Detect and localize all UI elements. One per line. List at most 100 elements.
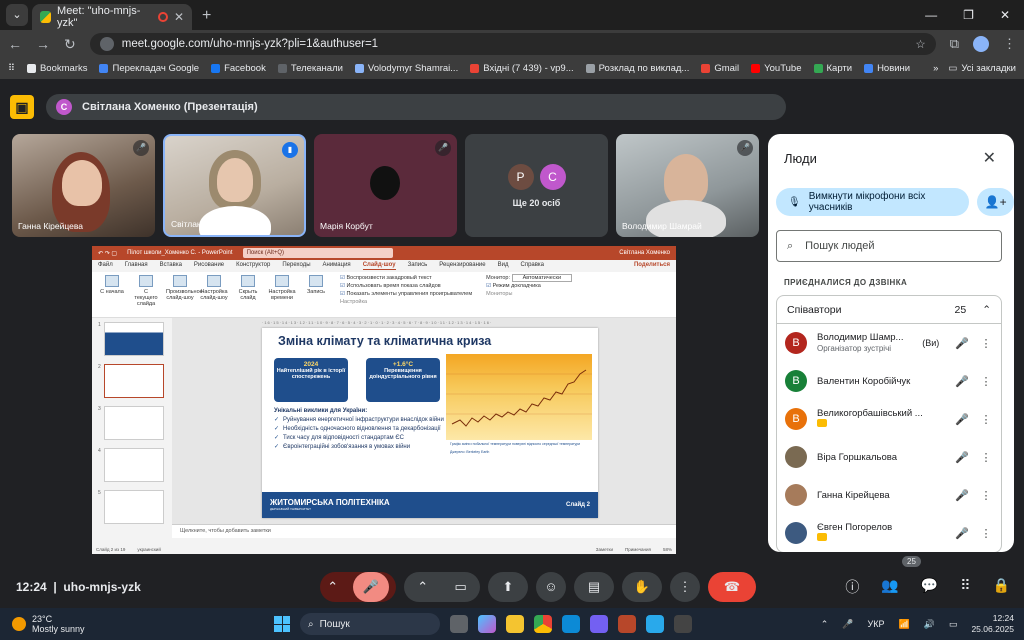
close-tab-icon[interactable]: ✕ bbox=[174, 10, 184, 24]
close-window-icon[interactable]: ✕ bbox=[1000, 8, 1010, 22]
activities-icon[interactable]: ⠿ bbox=[960, 577, 970, 597]
slide-thumb[interactable]: 5 bbox=[98, 490, 168, 524]
mute-all-button[interactable]: 🎙 Вимкнути мікрофони всіх учасників bbox=[776, 188, 970, 216]
more-options-icon[interactable]: ⋮ bbox=[979, 413, 993, 426]
participant-row[interactable]: В Володимир Шамр... Організатор зустрічі … bbox=[777, 324, 1001, 362]
chevron-up-icon[interactable]: ⌃ bbox=[821, 619, 829, 630]
group-header[interactable]: Співавтори 25 ⌃ bbox=[777, 296, 1001, 324]
more-options-button[interactable]: ⋮ bbox=[670, 572, 700, 602]
start-icon[interactable] bbox=[274, 616, 290, 632]
more-options-icon[interactable]: ⋮ bbox=[979, 337, 993, 350]
apps-icon[interactable]: ⠿ bbox=[8, 63, 15, 74]
reload-icon[interactable]: ↻ bbox=[64, 36, 76, 53]
present-button[interactable]: ⬆ bbox=[488, 572, 528, 602]
rib-check[interactable]: Показать элементы управления проигрывате… bbox=[340, 291, 472, 297]
presenting-banner[interactable]: С Світлана Хоменко (Презентація) bbox=[46, 94, 786, 120]
mic-off-icon[interactable]: 🎤 bbox=[955, 489, 969, 502]
rib-from-start[interactable]: С начала bbox=[98, 275, 126, 314]
participant-row[interactable]: В Великогорбашівський ... 🎤 ⋮ bbox=[777, 400, 1001, 438]
participant-tile[interactable]: 🎤 Ганна Кірейцева bbox=[12, 134, 155, 237]
raise-hand-button[interactable]: ✋ bbox=[622, 572, 662, 602]
rib-custom-show[interactable]: Произвольное слайд-шоу bbox=[166, 275, 203, 314]
rib-timing[interactable]: Настройка времени bbox=[268, 275, 296, 314]
bookmark-item[interactable]: Новини bbox=[864, 63, 910, 74]
info-icon[interactable]: ⓘ bbox=[845, 577, 859, 597]
bookmark-item[interactable]: YouTube bbox=[751, 63, 802, 74]
monitor-select[interactable]: Монитор: Автоматически bbox=[486, 274, 573, 282]
taskbar-search[interactable]: ⌕ Пошук bbox=[300, 613, 440, 635]
pp-menu-item[interactable]: Анимация bbox=[323, 262, 351, 270]
chrome-menu-icon[interactable]: ⋮ bbox=[1003, 36, 1016, 52]
mic-toggle-button[interactable]: ⌃ 🎤 bbox=[320, 572, 396, 602]
rib-from-current[interactable]: С текущего слайда bbox=[132, 275, 160, 314]
wifi-icon[interactable]: 📶 bbox=[899, 619, 910, 630]
pp-menu-item[interactable]: Файл bbox=[98, 262, 113, 270]
bookmark-item[interactable]: Розклад по виклад... bbox=[585, 63, 689, 74]
comments-button[interactable]: Примечания bbox=[625, 547, 651, 553]
bookmark-item[interactable]: Перекладач Google bbox=[99, 63, 199, 74]
app-icon[interactable] bbox=[674, 615, 692, 633]
bookmark-star-icon[interactable]: ☆ bbox=[915, 37, 925, 51]
pp-menu-item[interactable]: Главная bbox=[125, 262, 148, 270]
current-slide[interactable]: Зміна клімату та кліматична криза 2024 Н… bbox=[262, 328, 598, 518]
more-bookmarks-icon[interactable]: » bbox=[933, 63, 938, 74]
back-icon[interactable]: ← bbox=[8, 36, 22, 52]
participant-row[interactable]: Ганна Кірейцева 🎤 ⋮ bbox=[777, 476, 1001, 514]
all-bookmarks[interactable]: ▭ Усі закладки bbox=[948, 63, 1016, 74]
mic-off-icon[interactable]: 🎤 bbox=[955, 375, 969, 388]
pp-share-button[interactable]: Поделиться bbox=[634, 262, 670, 270]
mic-off-icon[interactable]: 🎤 bbox=[955, 413, 969, 426]
forward-icon[interactable]: → bbox=[36, 36, 50, 52]
mic-off-icon[interactable]: 🎤 bbox=[955, 337, 969, 350]
tab-meet[interactable]: Meet: "uho-mnjs-yzk" ✕ bbox=[32, 4, 192, 30]
bookmark-item[interactable]: Bookmarks bbox=[26, 63, 87, 74]
copilot-icon[interactable] bbox=[478, 615, 496, 633]
more-options-icon[interactable]: ⋮ bbox=[979, 375, 993, 388]
more-participants-tile[interactable]: Р С Ще 20 осіб bbox=[465, 134, 608, 237]
pp-menu-item[interactable]: Запись bbox=[408, 262, 428, 270]
bookmark-item[interactable]: Gmail bbox=[701, 63, 739, 74]
participant-tile[interactable]: 🎤 Володимир Шамрай bbox=[616, 134, 759, 237]
add-people-button[interactable]: 👤+ bbox=[977, 188, 1014, 216]
profile-avatar[interactable] bbox=[973, 36, 989, 52]
powerpoint-icon[interactable] bbox=[618, 615, 636, 633]
participant-tile[interactable]: ▮ Світлана Хоменко bbox=[163, 134, 306, 237]
clock[interactable]: 12:24 25.06.2025 bbox=[971, 613, 1014, 635]
participant-row[interactable]: В Валентин Коробійчук 🎤 ⋮ bbox=[777, 362, 1001, 400]
bookmark-item[interactable]: Карти bbox=[813, 63, 852, 74]
emoji-button[interactable]: ☺ bbox=[536, 572, 566, 602]
task-view-icon[interactable] bbox=[450, 615, 468, 633]
participant-tile[interactable]: 🎤 Марія Корбут bbox=[314, 134, 457, 237]
rib-hide[interactable]: Скрыть слайд bbox=[234, 275, 262, 314]
activity-icon[interactable]: ▣ bbox=[10, 95, 34, 119]
notes-area[interactable]: Щелкните, чтобы добавить заметки bbox=[172, 524, 676, 538]
volume-icon[interactable]: 🔊 bbox=[924, 619, 935, 630]
mic-off-icon[interactable]: 🎤 bbox=[955, 451, 969, 464]
mic-icon[interactable]: 🎤 bbox=[842, 619, 853, 630]
site-info-icon[interactable] bbox=[99, 37, 114, 51]
tab-search-button[interactable]: ⌄ bbox=[6, 4, 28, 26]
address-bar[interactable]: meet.google.com/uho-mnjs-yzk?pli=1&authu… bbox=[89, 33, 936, 55]
close-icon[interactable]: ✕ bbox=[983, 148, 996, 168]
bookmark-item[interactable]: Телеканали bbox=[277, 63, 343, 74]
participant-row[interactable]: Євген Погорелов 🎤 ⋮ bbox=[777, 514, 1001, 552]
host-controls-icon[interactable]: 🔒 bbox=[993, 577, 1010, 597]
pp-menu-item[interactable]: Рисование bbox=[194, 262, 224, 270]
bookmark-item[interactable]: Volodymyr Shamrai... bbox=[354, 63, 458, 74]
slide-thumb-selected[interactable]: 2 bbox=[98, 364, 168, 398]
notes-button[interactable]: Заметки bbox=[596, 547, 613, 553]
bookmark-item[interactable]: Вхідні (7 439) - vp9... bbox=[470, 63, 574, 74]
bookmark-item[interactable]: Facebook bbox=[211, 63, 266, 74]
telegram-icon[interactable] bbox=[646, 615, 664, 633]
chat-icon[interactable]: 💬 bbox=[921, 577, 938, 597]
maximize-icon[interactable]: ❐ bbox=[963, 8, 974, 22]
camera-toggle-button[interactable]: ⌃ ▭ bbox=[404, 572, 480, 602]
pp-quick-access-icons[interactable]: ↶ ↷ ▢ bbox=[98, 250, 117, 257]
weather-widget[interactable]: 23°C Mostly sunny bbox=[12, 614, 85, 634]
more-options-icon[interactable]: ⋮ bbox=[979, 451, 993, 464]
captions-button[interactable]: ▤ bbox=[574, 572, 614, 602]
pp-menu-item[interactable]: Конструктор bbox=[236, 262, 270, 270]
pp-menu-item[interactable]: Рецензирование bbox=[439, 262, 485, 270]
slide-thumb[interactable]: 3 bbox=[98, 406, 168, 440]
rib-check[interactable]: Воспроизвести закадровый текст bbox=[340, 275, 472, 281]
